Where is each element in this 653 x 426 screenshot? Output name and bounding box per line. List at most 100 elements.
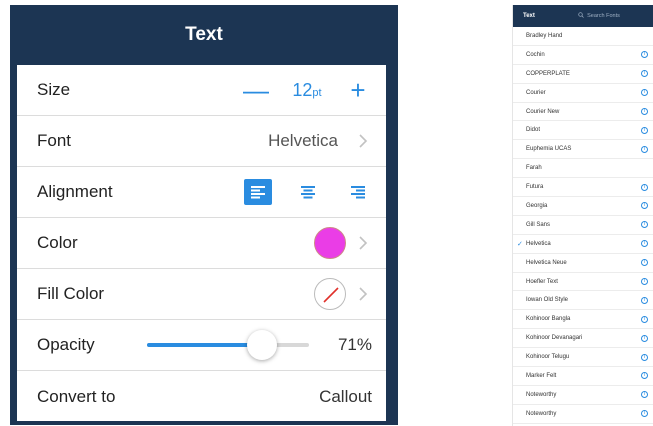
alignment-row: Alignment (17, 167, 386, 218)
font-list-item[interactable]: Gill Sans i (513, 216, 653, 235)
font-list-item[interactable]: Marker Felt i (513, 367, 653, 386)
font-list-item[interactable]: Bradley Hand (513, 27, 653, 46)
info-icon[interactable]: i (641, 51, 648, 59)
font-list-item[interactable]: Courier New i (513, 103, 653, 122)
info-icon[interactable]: i (641, 183, 648, 191)
font-list-item[interactable]: Kohinoor Telugu i (513, 348, 653, 368)
size-value: 12pt (270, 80, 344, 101)
no-fill-icon (323, 287, 339, 303)
align-left-button[interactable] (244, 179, 272, 205)
font-list-item[interactable]: Kohinoor Bangla i (513, 310, 653, 330)
font-name: Hoefler Text (526, 278, 558, 285)
opacity-slider[interactable] (147, 330, 309, 360)
align-center-icon (301, 186, 315, 199)
info-icon[interactable]: i (641, 410, 648, 418)
font-name: Courier New (526, 108, 560, 115)
font-name: Helvetica (526, 240, 551, 247)
color-label: Color (37, 233, 78, 252)
decrease-size-button[interactable]: — (242, 77, 270, 103)
info-icon[interactable]: i (641, 108, 648, 115)
font-list-item[interactable]: Euphemia UCAS i (513, 140, 653, 160)
chevron-right-icon (358, 236, 368, 250)
info-icon[interactable]: i (641, 391, 648, 399)
info-icon[interactable]: i (641, 278, 648, 286)
align-right-button[interactable] (344, 179, 372, 205)
font-name: Helvetica Neue (526, 259, 567, 266)
search-icon (578, 12, 584, 20)
opacity-row: Opacity 71% (17, 320, 386, 371)
font-name: Noteworthy (526, 391, 557, 398)
font-list-item[interactable]: Futura i (513, 178, 653, 198)
font-name: Noteworthy (526, 410, 557, 417)
info-icon[interactable]: i (641, 70, 648, 78)
info-icon[interactable]: i (641, 126, 648, 134)
text-properties-panel: Text Size — 12pt + Font Helvetica Alignm… (10, 5, 398, 425)
size-stepper: — 12pt + (242, 65, 372, 115)
font-list-item[interactable]: Iowan Old Style i (513, 291, 653, 311)
info-icon[interactable]: i (641, 259, 648, 267)
font-list-item[interactable]: COPPERPLATE i (513, 65, 653, 84)
font-search-placeholder: Search Fonts (587, 13, 620, 19)
font-name: Cochin (526, 51, 545, 58)
color-swatch[interactable] (314, 227, 346, 259)
info-icon[interactable]: i (641, 221, 648, 229)
fill-color-row[interactable]: Fill Color (17, 269, 386, 320)
size-row: Size — 12pt + (17, 65, 386, 116)
font-name: Iowan Old Style (526, 297, 569, 304)
info-icon[interactable]: i (641, 240, 648, 248)
font-list-item[interactable]: Farah (513, 159, 653, 179)
info-icon[interactable]: i (641, 353, 648, 361)
font-name: Farah (526, 165, 542, 172)
font-list-item[interactable]: Noteworthy i (513, 386, 653, 405)
info-icon[interactable]: i (641, 202, 648, 210)
back-to-text-button[interactable]: Text (523, 13, 535, 19)
font-label: Font (37, 131, 72, 150)
opacity-slider-fill (147, 343, 263, 347)
font-name: Gill Sans (526, 221, 551, 228)
font-name: Kohinoor Devanagari (526, 335, 583, 342)
font-name: Bradley Hand (526, 32, 563, 39)
increase-size-button[interactable]: + (344, 77, 372, 103)
font-list-item[interactable]: Georgia i (513, 197, 653, 216)
font-name: Kohinoor Bangla (526, 316, 571, 323)
align-center-button[interactable] (294, 179, 322, 205)
font-name: Georgia (526, 202, 548, 209)
info-icon[interactable]: i (641, 315, 648, 323)
font-name: Didot (526, 127, 541, 134)
font-name: Kohinoor Telugu (526, 354, 570, 361)
font-list-item[interactable]: Helvetica Neue i (513, 254, 653, 273)
font-name: Euphemia UCAS (526, 146, 572, 153)
opacity-label: Opacity (37, 335, 95, 354)
opacity-value: 71% (337, 335, 372, 354)
font-list-screen: Text Search Fonts Bradley Hand Cochin i COP… (512, 5, 653, 426)
font-list-item[interactable]: Kohinoor Devanagari i (513, 329, 653, 349)
font-list-item[interactable]: Noteworthy i (513, 405, 653, 424)
align-left-icon (251, 186, 265, 199)
color-row[interactable]: Color (17, 218, 386, 269)
convert-to-row[interactable]: Convert to Callout (17, 371, 386, 422)
font-list: Bradley Hand Cochin i COPPERPLATE i Courier i C… (513, 27, 653, 424)
alignment-control (244, 167, 372, 217)
font-list-item[interactable]: Hoefler Text i (513, 273, 653, 292)
font-list-item[interactable]: Didot i (513, 121, 653, 141)
properties-list: Size — 12pt + Font Helvetica Alignment C… (17, 65, 386, 421)
info-icon[interactable]: i (641, 296, 648, 304)
size-number: 12 (292, 79, 313, 100)
font-list-item[interactable]: ✓ Helvetica i (513, 235, 653, 254)
font-name: Marker Felt (526, 372, 557, 379)
font-name: Futura (526, 184, 544, 191)
info-icon[interactable]: i (641, 89, 648, 97)
alignment-label: Alignment (37, 182, 113, 201)
chevron-right-icon (358, 287, 368, 301)
fill-color-label: Fill Color (37, 284, 105, 303)
font-list-item[interactable]: Courier i (513, 84, 653, 103)
fill-color-swatch[interactable] (314, 278, 346, 310)
opacity-slider-thumb[interactable] (247, 330, 278, 360)
info-icon[interactable]: i (641, 372, 648, 380)
font-search-field[interactable]: Search Fonts (551, 10, 647, 22)
size-unit: pt (312, 86, 322, 99)
info-icon[interactable]: i (641, 145, 648, 153)
font-list-item[interactable]: Cochin i (513, 46, 653, 65)
info-icon[interactable]: i (641, 334, 648, 342)
font-row[interactable]: Font Helvetica (17, 116, 386, 167)
